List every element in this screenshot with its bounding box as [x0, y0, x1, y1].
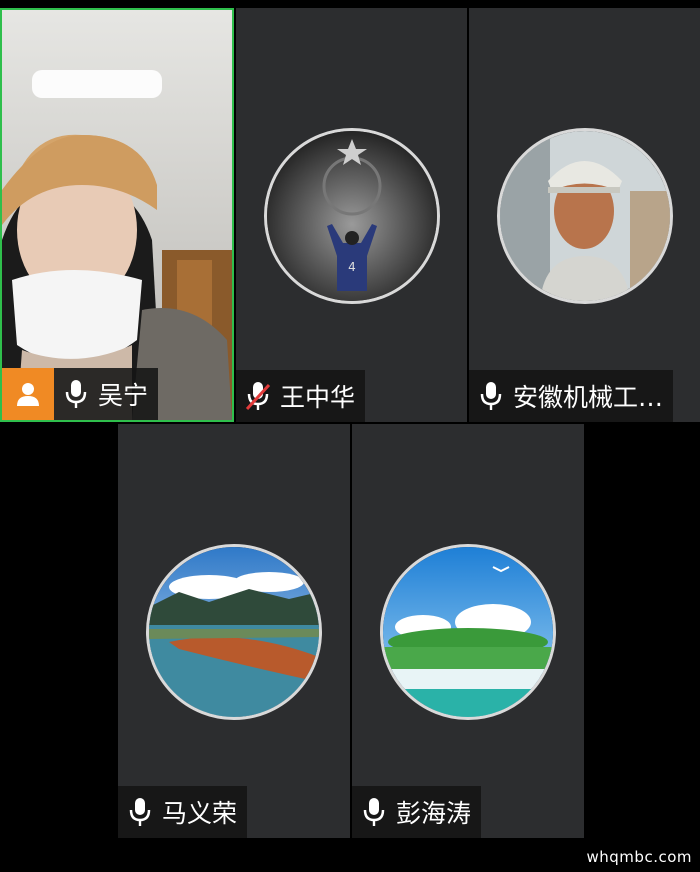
participant-name-bar: 马义荣: [118, 786, 248, 838]
participant-name: 马义荣: [162, 799, 238, 828]
participant-name: 彭海涛: [396, 799, 472, 828]
svg-text:4: 4: [348, 260, 356, 274]
watermark: whqmbc.com: [586, 848, 692, 866]
participant-tile-1[interactable]: 吴宁: [0, 8, 234, 422]
participant-avatar: 4: [264, 128, 440, 304]
participant-tile-5[interactable]: 彭海涛: [352, 424, 584, 838]
microphone-icon[interactable]: [54, 368, 98, 420]
host-person-icon: [17, 383, 39, 406]
microphone-muted-icon[interactable]: [236, 370, 280, 422]
participant-name: 王中华: [280, 383, 356, 412]
microphone-icon[interactable]: [118, 786, 162, 838]
participant-name-bar: 彭海涛: [352, 786, 482, 838]
participant-tile-2[interactable]: 4 王中华: [236, 8, 467, 422]
participant-avatar: [497, 128, 673, 304]
participant-tile-3[interactable]: 安徽机械工…: [469, 8, 700, 422]
host-badge: [2, 368, 54, 420]
participant-avatar: [380, 544, 556, 720]
participant-avatar: [146, 544, 322, 720]
microphone-icon[interactable]: [469, 370, 513, 422]
participant-video: [2, 10, 232, 420]
participant-name: 吴宁: [98, 381, 149, 410]
participant-name-bar: 安徽机械工…: [469, 370, 674, 422]
participant-name-bar: 王中华: [236, 370, 366, 422]
participant-tile-4[interactable]: 马义荣: [118, 424, 350, 838]
participant-name-bar: 吴宁: [2, 368, 159, 420]
participant-name: 安徽机械工…: [513, 383, 664, 412]
microphone-icon[interactable]: [352, 786, 396, 838]
